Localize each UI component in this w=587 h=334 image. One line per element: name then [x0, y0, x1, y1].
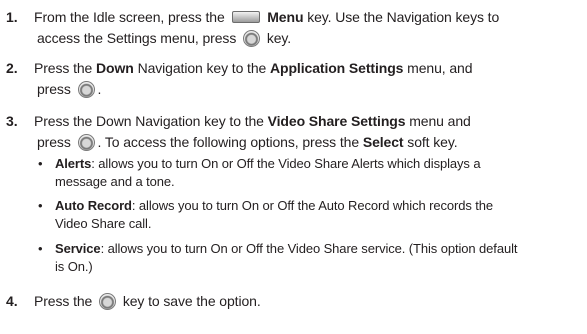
step-2-line-1: Press the Down Navigation key to the App… [34, 60, 473, 76]
step-3-line-2: press . To access the following options,… [37, 133, 458, 151]
step-1-line-2: access the Settings menu, press key. [37, 29, 292, 47]
ok-center-key-icon [99, 292, 117, 310]
step-1-line-1: From the Idle screen, press the Menu key… [34, 9, 500, 25]
menu-soft-key-icon [232, 11, 261, 24]
instruction-steps: 1. From the Idle screen, press the Menu … [6, 9, 518, 310]
option-term: Service [55, 241, 101, 256]
step-2-line-2: press . [37, 80, 102, 98]
step-number: 1. [6, 9, 18, 25]
ok-center-key-icon [243, 29, 261, 47]
step-number: 2. [6, 60, 18, 76]
step-number: 3. [6, 113, 18, 129]
option-term: Auto Record [55, 198, 132, 213]
ok-center-key-icon [77, 80, 95, 98]
option-term: Alerts [55, 156, 92, 171]
bullet-icon: • [38, 156, 43, 171]
ok-center-key-icon [77, 133, 95, 151]
step-number: 4. [6, 293, 18, 309]
step-4-line-1: Press the key to save the option. [34, 292, 261, 310]
bullet-icon: • [38, 198, 43, 213]
step-3-line-1: Press the Down Navigation key to the Vid… [34, 113, 471, 129]
bullet-icon: • [38, 241, 43, 256]
